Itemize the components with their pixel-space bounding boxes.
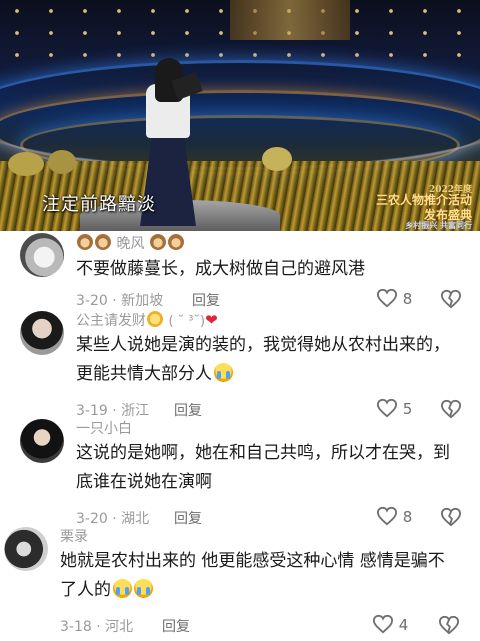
like-button[interactable]: 4 xyxy=(372,614,408,634)
video-player[interactable]: 注定前路黯淡 2022年度 三农人物推介活动 发布盛典 乡村振兴 共富同行 xyxy=(0,0,480,231)
stage-tree xyxy=(262,147,292,171)
reply-button[interactable]: 回复 xyxy=(162,616,190,636)
like-count: 8 xyxy=(402,290,413,308)
crying-emoji-icon xyxy=(214,363,233,382)
comment-list: 晚风 不要做藤蔓长，成大树做自己的避风港 3-20 · 新加坡 回复 8 公主请… xyxy=(0,231,480,641)
event-logo: 2022年度 三农人物推介活动 发布盛典 乡村振兴 共富同行 xyxy=(372,182,476,230)
avatar[interactable] xyxy=(4,527,48,571)
comment-username[interactable]: 一只小白 xyxy=(76,418,132,438)
monkey-emoji-icon xyxy=(95,234,111,250)
like-count: 4 xyxy=(398,616,409,634)
comment-item: 晚风 不要做藤蔓长，成大树做自己的避风港 3-20 · 新加坡 回复 8 xyxy=(0,231,480,313)
comment-meta: 3-18 · 河北 xyxy=(60,619,134,635)
comment-location: 新加坡 xyxy=(121,293,164,309)
heart-outline-icon xyxy=(372,614,394,634)
like-button[interactable]: 8 xyxy=(376,506,412,526)
username-text: 晚风 xyxy=(116,236,145,252)
comment-username[interactable]: 栗录 xyxy=(60,526,88,546)
comment-text: 不要做藤蔓长，成大树做自己的避风港 xyxy=(76,259,365,279)
comment-username[interactable]: 公主请发财 ( ˘ ³˘)❤ xyxy=(76,310,218,330)
avatar[interactable] xyxy=(20,233,64,277)
like-count: 8 xyxy=(402,508,413,526)
stage-tree xyxy=(8,152,44,176)
comment-location: 河北 xyxy=(105,619,134,635)
like-count: 5 xyxy=(402,400,413,418)
crying-emoji-icon xyxy=(113,579,132,598)
money-face-emoji-icon xyxy=(147,311,163,327)
comment-text: 她就是农村出来的 他更能感受这种心情 感情是骗不了人的 xyxy=(60,547,460,605)
stage-tree xyxy=(48,150,76,174)
broken-heart-icon xyxy=(440,289,462,309)
like-button[interactable]: 8 xyxy=(376,288,412,308)
comment-text-body: 某些人说她是演的装的，我觉得她从农村出来的，更能共情大部分人 xyxy=(76,335,450,384)
stage-screen xyxy=(230,0,350,40)
comment-text: 这说的是她啊，她在和自己共鸣，所以才在哭，到底谁在说她在演啊 xyxy=(76,443,450,492)
dislike-button[interactable] xyxy=(438,615,460,639)
comment-date: 3-18 xyxy=(60,619,92,635)
monkey-emoji-icon xyxy=(77,234,93,250)
comment-meta: 3-20 · 新加坡 xyxy=(76,293,164,309)
video-subtitle: 注定前路黯淡 xyxy=(42,194,156,215)
monkey-emoji-icon xyxy=(167,234,184,250)
monkey-emoji-icon xyxy=(149,234,166,250)
red-heart-emoji-icon: ❤ xyxy=(205,311,218,329)
comment-item: 一只小白 这说的是她啊，她在和自己共鸣，所以才在哭，到底谁在说她在演啊 3-20… xyxy=(0,417,480,529)
heart-outline-icon xyxy=(376,398,398,418)
like-button[interactable]: 5 xyxy=(376,398,412,418)
comment-username[interactable]: 晚风 xyxy=(76,233,185,253)
heart-outline-icon xyxy=(376,288,398,308)
comment-date: 3-20 xyxy=(76,293,108,309)
broken-heart-icon xyxy=(440,399,462,419)
reply-button[interactable]: 回复 xyxy=(192,290,220,310)
avatar[interactable] xyxy=(20,311,64,355)
comment-text: 某些人说她是演的装的，我觉得她从农村出来的，更能共情大部分人 xyxy=(76,331,456,389)
broken-heart-icon xyxy=(438,615,460,635)
event-logo-tagline: 乡村振兴 共富同行 xyxy=(405,220,472,230)
avatar[interactable] xyxy=(20,419,64,463)
username-text: 公主请发财 xyxy=(76,313,146,329)
broken-heart-icon xyxy=(440,507,462,527)
crying-emoji-icon xyxy=(134,579,153,598)
comment-item: 公主请发财 ( ˘ ³˘)❤ 某些人说她是演的装的，我觉得她从农村出来的，更能共… xyxy=(0,309,480,421)
username-kaomoji: ( ˘ ³˘) xyxy=(168,314,206,329)
heart-outline-icon xyxy=(376,506,398,526)
comment-item: 栗录 她就是农村出来的 他更能感受这种心情 感情是骗不了人的 3-18 · 河北… xyxy=(0,525,480,641)
